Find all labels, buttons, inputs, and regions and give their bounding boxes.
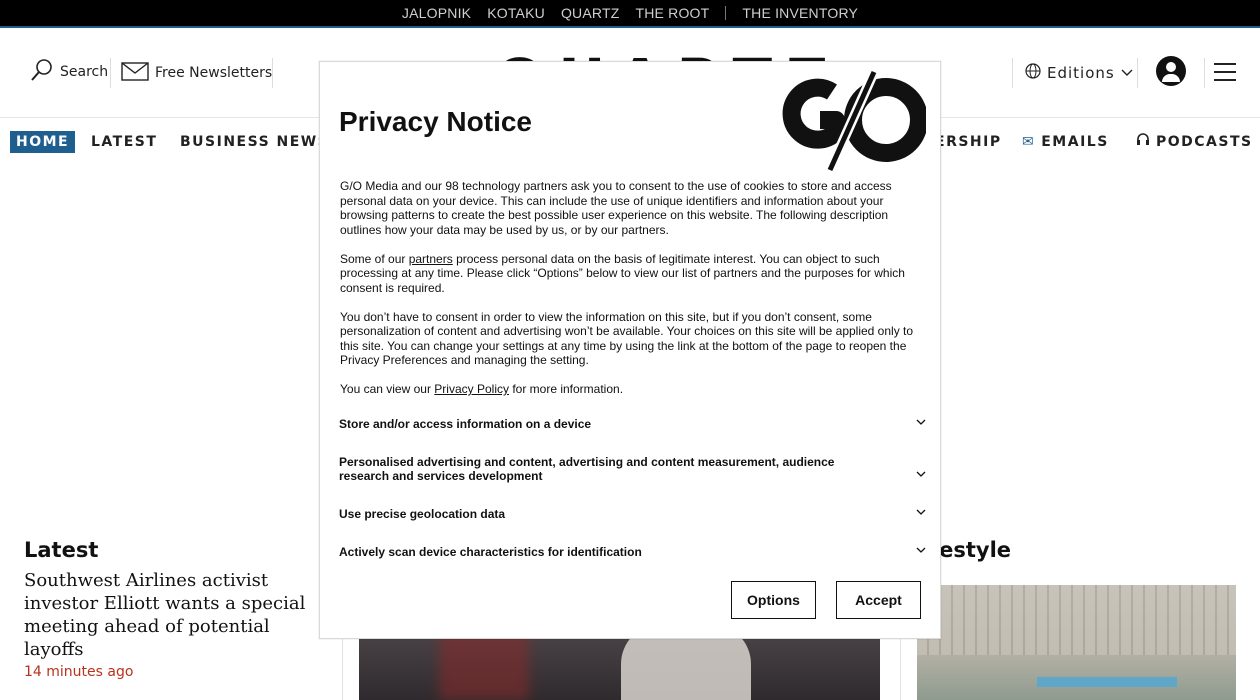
go-media-logo xyxy=(780,69,928,174)
privacy-notice-dialog: Privacy Notice G/O Media and our 98 tech… xyxy=(319,61,941,639)
purpose-row-store-access[interactable]: Store and/or access information on a dev… xyxy=(339,415,926,431)
privacy-policy-link[interactable]: Privacy Policy xyxy=(434,382,509,396)
chevron-down-icon xyxy=(916,467,926,481)
privacy-notice-body: G/O Media and our 98 technology partners… xyxy=(340,179,920,411)
purpose-row-geolocation[interactable]: Use precise geolocation data xyxy=(339,505,926,521)
accept-button[interactable]: Accept xyxy=(836,581,921,619)
privacy-paragraph: You don’t have to consent in order to vi… xyxy=(340,309,914,368)
chevron-down-icon xyxy=(916,415,926,429)
page: JALOPNIK KOTAKU QUARTZ THE ROOT THE INVE… xyxy=(0,0,1260,700)
purpose-row-device-scan[interactable]: Actively scan device characteristics for… xyxy=(339,543,926,559)
options-button[interactable]: Options xyxy=(731,581,816,619)
chevron-down-icon xyxy=(916,505,926,519)
privacy-paragraph: Some of our partners process personal da… xyxy=(340,251,905,295)
chevron-down-icon xyxy=(916,543,926,557)
privacy-notice-title: Privacy Notice xyxy=(339,106,532,137)
privacy-paragraph: G/O Media and our 98 technology partners… xyxy=(340,179,892,237)
partners-link[interactable]: partners xyxy=(409,252,453,266)
privacy-paragraph: You can view our Privacy Policy for more… xyxy=(340,382,624,396)
purpose-row-personalised-advertising[interactable]: Personalised advertising and content, ad… xyxy=(339,455,926,483)
